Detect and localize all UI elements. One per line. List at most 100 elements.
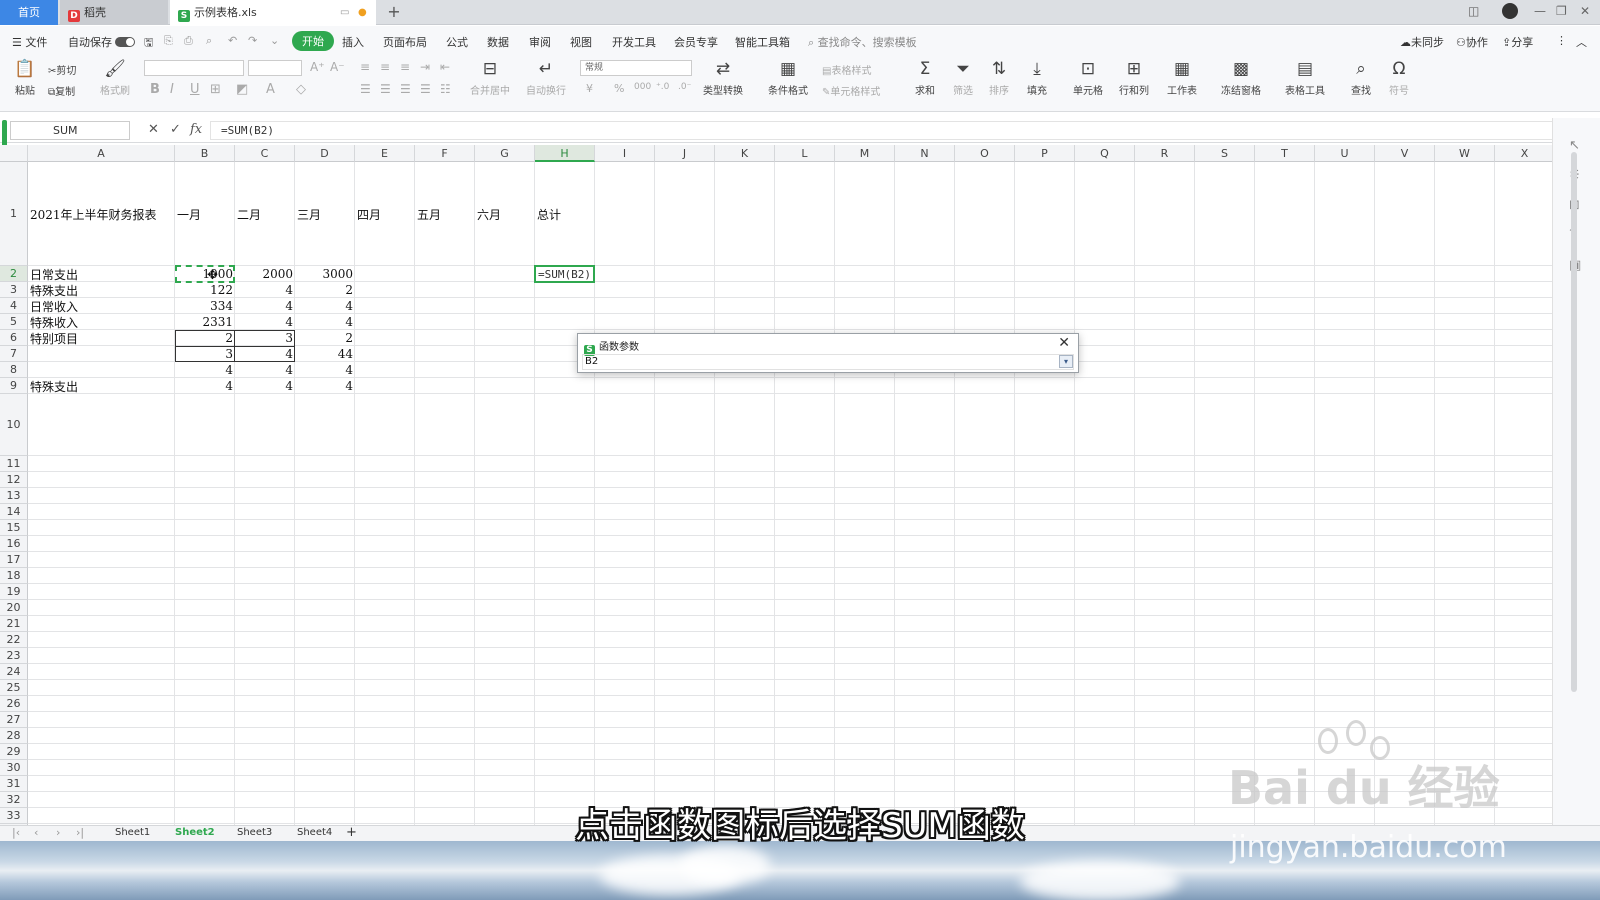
- font-shrink-icon[interactable]: A⁻: [330, 60, 345, 74]
- row-header-24[interactable]: 24: [0, 664, 28, 680]
- row-header-23[interactable]: 23: [0, 648, 28, 664]
- cell-c2[interactable]: 2000: [235, 266, 295, 282]
- row-header-25[interactable]: 25: [0, 680, 28, 696]
- cell-c1[interactable]: 二月: [235, 162, 295, 266]
- cell-c8[interactable]: 4: [235, 362, 295, 378]
- column-header-p[interactable]: P: [1015, 145, 1075, 162]
- type-convert-button[interactable]: ⇄ 类型转换: [698, 58, 748, 97]
- decimal-decrease-icon[interactable]: .0⁻: [678, 82, 691, 92]
- collapse-ribbon-icon[interactable]: ︿: [1576, 34, 1587, 50]
- cell-a8[interactable]: [28, 362, 175, 378]
- fill-color-icon[interactable]: ◩: [236, 82, 248, 97]
- row-header-16[interactable]: 16: [0, 536, 28, 552]
- collab-button[interactable]: ⚇协作: [1456, 34, 1488, 50]
- font-size-select[interactable]: [248, 60, 302, 76]
- find-button[interactable]: ⌕ 查找: [1346, 58, 1376, 97]
- cut-button[interactable]: ✂剪切: [48, 62, 76, 77]
- menu-start[interactable]: 开始: [292, 31, 334, 51]
- redo-icon[interactable]: ↷: [248, 34, 257, 47]
- cell-a4[interactable]: 日常收入: [28, 298, 175, 314]
- cell-d6[interactable]: 2: [295, 330, 355, 346]
- sum-button[interactable]: Σ 求和: [910, 58, 940, 97]
- column-header-r[interactable]: R: [1135, 145, 1195, 162]
- italic-icon[interactable]: I: [170, 82, 174, 97]
- table-style-button[interactable]: ▤表格样式: [822, 62, 871, 77]
- indent-icon[interactable]: ⇥: [420, 60, 430, 74]
- cell-h1[interactable]: 总计: [535, 162, 595, 266]
- command-search[interactable]: ⌕ 查找命令、搜索模板: [808, 34, 917, 50]
- row-header-3[interactable]: 3: [0, 282, 28, 298]
- monitor-icon[interactable]: ▭: [340, 0, 349, 25]
- cell-d2[interactable]: 3000: [295, 266, 355, 282]
- column-header-o[interactable]: O: [955, 145, 1015, 162]
- column-header-u[interactable]: U: [1315, 145, 1375, 162]
- thousands-icon[interactable]: 000: [634, 82, 651, 92]
- cell-b5[interactable]: 2331: [175, 314, 235, 330]
- row-header-9[interactable]: 9: [0, 378, 28, 394]
- row-header-13[interactable]: 13: [0, 488, 28, 504]
- print-icon[interactable]: ⎙: [184, 34, 193, 48]
- cell-style-button[interactable]: ✎单元格样式: [822, 83, 880, 98]
- row-header-1[interactable]: 1: [0, 162, 28, 266]
- autosave-toggle[interactable]: 自动保存: [68, 34, 135, 50]
- column-header-v[interactable]: V: [1375, 145, 1435, 162]
- save-icon[interactable]: 🖫: [144, 34, 153, 53]
- align-middle-icon[interactable]: ≡: [380, 60, 390, 74]
- confirm-icon[interactable]: ✓: [170, 122, 181, 137]
- cell-d7[interactable]: 44: [295, 346, 355, 362]
- font-name-select[interactable]: [144, 60, 244, 76]
- cell-a9[interactable]: 特殊支出: [28, 378, 175, 394]
- cell-c6[interactable]: 3: [235, 330, 295, 346]
- row-header-21[interactable]: 21: [0, 616, 28, 632]
- more-icon[interactable]: ⋮: [1556, 34, 1567, 47]
- font-color-icon[interactable]: A: [266, 82, 275, 97]
- menu-developer[interactable]: 开发工具: [612, 34, 656, 50]
- column-header-m[interactable]: M: [835, 145, 895, 162]
- cell-b7[interactable]: 3: [175, 346, 235, 362]
- cell-a6[interactable]: 特别项目: [28, 330, 175, 346]
- tab-home[interactable]: 首页: [0, 0, 58, 25]
- menu-page-layout[interactable]: 页面布局: [383, 34, 427, 50]
- row-header-10[interactable]: 10: [0, 394, 28, 456]
- rowcol-button[interactable]: ⊞ 行和列: [1114, 58, 1154, 97]
- dialog-close-button[interactable]: ✕: [1058, 335, 1070, 351]
- new-tab-button[interactable]: +: [384, 2, 404, 21]
- cell-f1[interactable]: 五月: [415, 162, 475, 266]
- cell-a5[interactable]: 特殊收入: [28, 314, 175, 330]
- decimal-increase-icon[interactable]: ⁺.0: [656, 82, 669, 92]
- more-dropdown-icon[interactable]: ⌄: [270, 34, 279, 47]
- row-header-5[interactable]: 5: [0, 314, 28, 330]
- column-header-g[interactable]: G: [475, 145, 535, 162]
- percent-icon[interactable]: %: [614, 82, 624, 95]
- column-header-t[interactable]: T: [1255, 145, 1315, 162]
- row-header-29[interactable]: 29: [0, 744, 28, 760]
- number-format-select[interactable]: 常规: [580, 60, 692, 76]
- formula-input[interactable]: =SUM(B2): [210, 121, 1560, 140]
- cell-e1[interactable]: 四月: [355, 162, 415, 266]
- row-header-15[interactable]: 15: [0, 520, 28, 536]
- cell-a7[interactable]: [28, 346, 175, 362]
- row-header-17[interactable]: 17: [0, 552, 28, 568]
- merge-button[interactable]: ⊟ 合并居中: [468, 58, 512, 97]
- align-center-icon[interactable]: ☰: [380, 82, 391, 96]
- row-header-6[interactable]: 6: [0, 330, 28, 346]
- column-header-d[interactable]: D: [295, 145, 355, 162]
- row-header-14[interactable]: 14: [0, 504, 28, 520]
- cell-b3[interactable]: 122: [175, 282, 235, 298]
- cell-d1[interactable]: 三月: [295, 162, 355, 266]
- cell-d8[interactable]: 4: [295, 362, 355, 378]
- menu-formula[interactable]: 公式: [446, 34, 468, 50]
- row-header-22[interactable]: 22: [0, 632, 28, 648]
- underline-icon[interactable]: U: [190, 82, 200, 97]
- tab-file[interactable]: S 示例表格.xls ▭ ●: [170, 0, 376, 25]
- row-header-4[interactable]: 4: [0, 298, 28, 314]
- fill-button[interactable]: ⤓ 填充: [1022, 58, 1052, 97]
- tab-daoke[interactable]: D 稻壳: [60, 0, 168, 25]
- avatar[interactable]: [1502, 3, 1518, 19]
- cell-h2-editing[interactable]: =SUM(B2): [534, 265, 595, 283]
- cell-g1[interactable]: 六月: [475, 162, 535, 266]
- column-header-c[interactable]: C: [235, 145, 295, 162]
- paste-button[interactable]: 📋 粘贴: [10, 58, 40, 97]
- column-header-f[interactable]: F: [415, 145, 475, 162]
- border-icon[interactable]: ⊞: [210, 82, 221, 97]
